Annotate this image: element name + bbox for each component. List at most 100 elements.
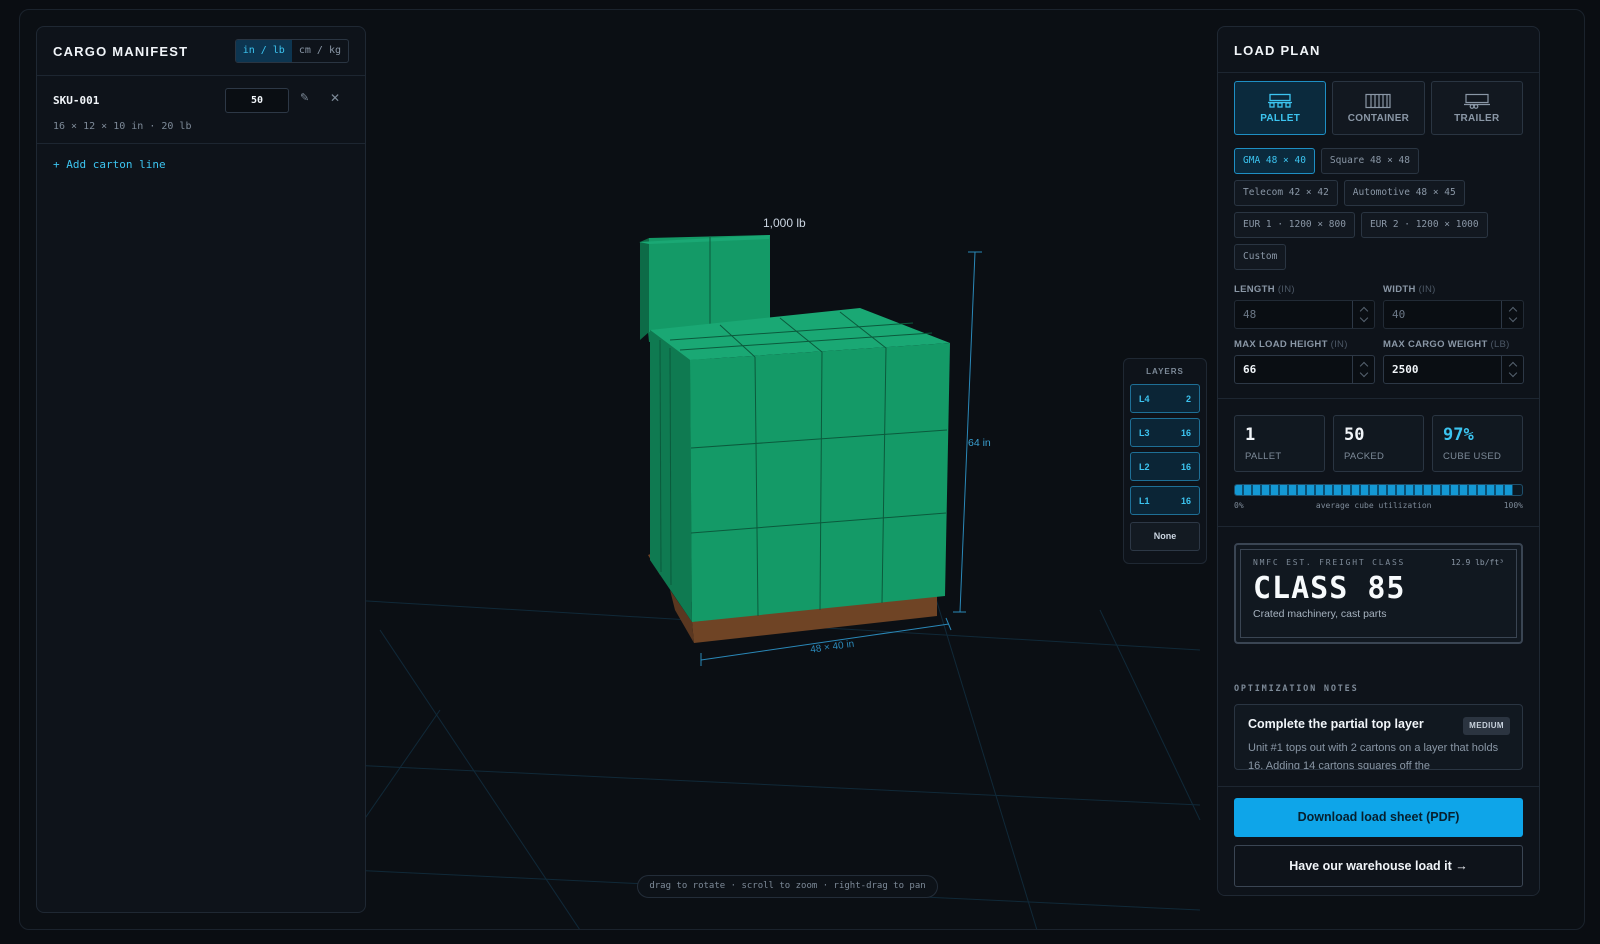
cargo-manifest-panel: CARGO MANIFEST in / lb cm / kg SKU-001 1… <box>36 26 366 913</box>
layer-id: L2 <box>1139 461 1150 472</box>
unit-imperial[interactable]: in / lb <box>235 40 292 62</box>
width-input[interactable]: 40 <box>1383 300 1524 329</box>
layers-panel: LAYERS L4 2 L3 16 L2 16 L1 16 None <box>1123 358 1207 564</box>
max-weight-label-text: MAX CARGO WEIGHT <box>1383 339 1488 350</box>
stat-value: 1 <box>1245 425 1256 445</box>
utilization-scale: 0% average cube utilization 100% <box>1234 501 1523 510</box>
stat-label: PACKED <box>1344 451 1385 462</box>
stat-value: 97% <box>1443 425 1474 445</box>
layers-title: LAYERS <box>1146 367 1184 376</box>
length-value: 48 <box>1243 308 1257 321</box>
optimization-note: Complete the partial top layer MEDIUM Un… <box>1234 704 1523 770</box>
footprint-label: 48 × 40 in <box>810 639 855 656</box>
max-weight-value: 2500 <box>1392 363 1419 376</box>
max-weight-label: MAX CARGO WEIGHT (LB) <box>1383 339 1524 350</box>
manifest-title: CARGO MANIFEST <box>53 43 189 59</box>
width-label-text: WIDTH <box>1383 284 1416 295</box>
tab-label: TRAILER <box>1454 112 1500 124</box>
unit-metric[interactable]: cm / kg <box>292 40 348 62</box>
preset-eur2[interactable]: EUR 2 · 1200 × 1000 <box>1360 212 1488 238</box>
dimension-fields: LENGTH (IN) 48 WIDTH (IN) 40 MAX LOAD HE… <box>1218 270 1539 384</box>
max-height-field: MAX LOAD HEIGHT (IN) 66 <box>1234 339 1375 384</box>
layer-count: 16 <box>1180 427 1191 438</box>
preset-eur1[interactable]: EUR 1 · 1200 × 800 <box>1234 212 1355 238</box>
freight-class-description: Crated machinery, cast parts <box>1253 608 1387 620</box>
freight-class-inner: NMFC EST. FREIGHT CLASS 12.9 lb/ft³ CLAS… <box>1240 549 1517 638</box>
stat-pallets: 1 PALLET <box>1234 415 1325 472</box>
layer-count: 16 <box>1180 495 1191 506</box>
layer-id: L3 <box>1139 427 1150 438</box>
width-field: WIDTH (IN) 40 <box>1383 284 1524 329</box>
width-label: WIDTH (IN) <box>1383 284 1524 295</box>
tab-label: CONTAINER <box>1347 112 1410 124</box>
length-input[interactable]: 48 <box>1234 300 1375 329</box>
unit-toggle[interactable]: in / lb cm / kg <box>234 39 349 63</box>
layer-id: L4 <box>1139 393 1150 404</box>
max-weight-stepper[interactable] <box>1501 356 1523 383</box>
delete-icon[interactable]: ✕ <box>330 91 346 107</box>
priority-badge: MEDIUM <box>1463 717 1510 735</box>
width-unit: (IN) <box>1418 284 1436 295</box>
max-weight-field: MAX CARGO WEIGHT (LB) 2500 <box>1383 339 1524 384</box>
tab-pallet[interactable]: PALLET <box>1234 81 1327 135</box>
layer-id: L1 <box>1139 495 1150 506</box>
scale-min: 0% <box>1234 501 1244 510</box>
tab-trailer[interactable]: TRAILER <box>1430 81 1523 135</box>
warehouse-load-button[interactable]: Have our warehouse load it → <box>1234 845 1523 887</box>
length-stepper[interactable] <box>1352 301 1374 328</box>
scale-max: 100% <box>1503 501 1523 510</box>
freight-class-value: CLASS 85 <box>1253 571 1406 606</box>
trailer-icon <box>1463 93 1490 109</box>
utilization-bar-fill <box>1235 485 1514 495</box>
preset-square[interactable]: Square 48 × 48 <box>1320 148 1419 174</box>
layer-button-l1[interactable]: L1 16 <box>1130 486 1200 515</box>
manifest-header: CARGO MANIFEST in / lb cm / kg <box>37 27 365 76</box>
stat-value: 50 <box>1344 425 1365 445</box>
length-field: LENGTH (IN) 48 <box>1234 284 1375 329</box>
preset-telecom[interactable]: Telecom 42 × 42 <box>1234 180 1338 206</box>
layer-count: 16 <box>1180 461 1191 472</box>
layer-button-l2[interactable]: L2 16 <box>1130 452 1200 481</box>
utilization-bar-wrap: 0% average cube utilization 100% <box>1218 472 1539 510</box>
container-icon <box>1365 93 1392 108</box>
utilization-bar <box>1234 484 1523 496</box>
note-body: Unit #1 tops out with 2 cartons on a lay… <box>1248 742 1499 770</box>
width-stepper[interactable] <box>1501 301 1523 328</box>
max-weight-unit: (LB) <box>1490 339 1510 350</box>
layer-button-l4[interactable]: L4 2 <box>1130 384 1200 413</box>
freight-class-card: NMFC EST. FREIGHT CLASS 12.9 lb/ft³ CLAS… <box>1234 543 1523 644</box>
length-label-text: LENGTH <box>1234 284 1275 295</box>
quantity-input[interactable]: 50 <box>225 88 289 113</box>
load-plan-panel: LOAD PLAN PALLET CONTAINER TRAILER GMA 4… <box>1217 26 1540 896</box>
preset-custom[interactable]: Custom <box>1234 244 1287 270</box>
max-height-input[interactable]: 66 <box>1234 355 1375 384</box>
max-weight-input[interactable]: 2500 <box>1383 355 1524 384</box>
load-plan-footer: Download load sheet (PDF) Have our wareh… <box>1218 786 1539 895</box>
add-carton-line-button[interactable]: + Add carton line <box>37 144 365 185</box>
preset-gma[interactable]: GMA 48 × 40 <box>1234 148 1315 174</box>
height-label: 64 in <box>968 437 991 449</box>
layer-count: 2 <box>1185 393 1191 404</box>
viewport-hint: drag to rotate · scroll to zoom · right-… <box>637 875 938 898</box>
layer-button-l3[interactable]: L3 16 <box>1130 418 1200 447</box>
edit-icon[interactable]: ✎ <box>300 91 316 107</box>
length-label: LENGTH (IN) <box>1234 284 1375 295</box>
pallet-presets: GMA 48 × 40 Square 48 × 48 Telecom 42 × … <box>1218 135 1539 270</box>
download-load-sheet-button[interactable]: Download load sheet (PDF) <box>1234 798 1523 837</box>
max-height-unit: (IN) <box>1330 339 1348 350</box>
stat-label: CUBE USED <box>1443 451 1502 462</box>
app-frame: 64 in 48 × 40 in 1,000 lb CARGO MANIFEST… <box>19 9 1585 930</box>
summary-stats: 1 PALLET 50 PACKED 97% CUBE USED <box>1218 399 1539 472</box>
max-height-stepper[interactable] <box>1352 356 1374 383</box>
divider <box>1218 526 1539 527</box>
tab-container[interactable]: CONTAINER <box>1332 81 1425 135</box>
weight-label: 1,000 lb <box>763 216 806 230</box>
scale-caption: average cube utilization <box>1315 501 1432 510</box>
preset-automotive[interactable]: Automotive 48 × 45 <box>1343 180 1465 206</box>
tab-label: PALLET <box>1260 112 1301 124</box>
carton-stack <box>639 235 950 622</box>
mode-tabs: PALLET CONTAINER TRAILER <box>1218 73 1539 135</box>
pallet-icon <box>1268 93 1293 108</box>
width-value: 40 <box>1392 308 1406 321</box>
layer-none-button[interactable]: None <box>1130 522 1200 551</box>
